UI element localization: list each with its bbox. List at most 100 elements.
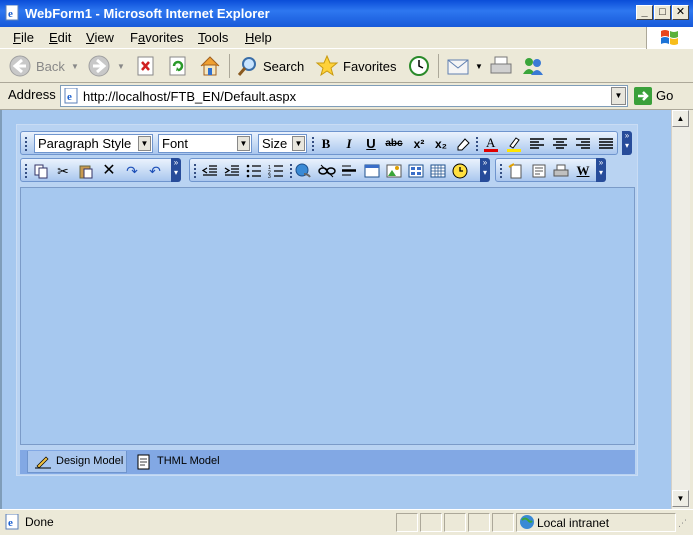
refresh-icon[interactable] — [168, 56, 188, 79]
font-color-icon[interactable]: A — [481, 134, 501, 154]
toolbar-overflow-icon[interactable]: » ▾ — [171, 158, 181, 182]
format-toolbar: Paragraph Style ▼ Font ▼ Size ▼ B I U ab… — [20, 131, 632, 155]
edit-toolbar: ✂ ✕ ↷ ↶ » ▾ — [20, 158, 181, 182]
mail-icon[interactable] — [446, 55, 472, 80]
menu-help[interactable]: Help — [245, 30, 272, 45]
bold-icon[interactable]: B — [316, 134, 336, 154]
insert-image-icon[interactable] — [384, 161, 404, 181]
toolbar-grip[interactable] — [476, 137, 479, 151]
home-icon[interactable] — [198, 54, 222, 81]
undo-icon[interactable]: ↶ — [145, 161, 165, 181]
editor-design-area[interactable] — [20, 187, 635, 445]
numbered-list-icon[interactable]: 123 — [266, 161, 286, 181]
toolbar-grip[interactable] — [194, 164, 197, 178]
eraser-icon[interactable] — [453, 134, 473, 154]
go-button[interactable]: Go — [656, 88, 673, 103]
minimize-button[interactable]: _ — [636, 5, 653, 20]
menu-edit[interactable]: Edit — [49, 30, 71, 45]
delete-icon[interactable]: ✕ — [99, 161, 119, 181]
forward-arrow-icon[interactable] — [87, 54, 111, 81]
insert-date-icon[interactable] — [428, 161, 448, 181]
save-icon[interactable] — [529, 161, 549, 181]
highlight-icon[interactable] — [504, 134, 524, 154]
design-mode-icon — [34, 454, 52, 473]
scroll-down-icon[interactable]: ▼ — [672, 490, 689, 507]
search-label[interactable]: Search — [263, 59, 304, 74]
close-button[interactable]: ✕ — [672, 5, 689, 20]
toolbar-grip[interactable] — [25, 137, 28, 151]
favorites-label[interactable]: Favorites — [343, 59, 396, 74]
forward-dropdown-icon[interactable]: ▼ — [117, 62, 125, 71]
toolbar-overflow-icon[interactable]: » ▾ — [480, 158, 490, 182]
back-arrow-icon[interactable] — [8, 54, 32, 81]
align-center-icon[interactable] — [550, 134, 570, 154]
status-bar: e Done Local intranet ⋰ — [0, 509, 693, 535]
print-icon[interactable] — [489, 55, 513, 80]
back-dropdown-icon[interactable]: ▼ — [71, 62, 79, 71]
outdent-icon[interactable] — [200, 161, 220, 181]
word-clean-icon[interactable]: W — [573, 161, 593, 181]
stop-icon[interactable] — [136, 56, 156, 79]
history-icon[interactable] — [407, 54, 431, 81]
menu-tools[interactable]: Tools — [198, 30, 228, 45]
insert-toolbar: 123 » ▾ — [189, 158, 490, 182]
scroll-up-icon[interactable]: ▲ — [672, 110, 689, 127]
address-bar: Address e http://localhost/FTB_EN/Defaul… — [0, 83, 693, 110]
insert-form-icon[interactable] — [406, 161, 426, 181]
address-label: Address — [8, 87, 56, 102]
paste-icon[interactable] — [76, 161, 96, 181]
messenger-icon[interactable] — [520, 54, 546, 81]
subscript-icon[interactable]: x₂ — [431, 134, 451, 154]
indent-icon[interactable] — [222, 161, 242, 181]
menu-view[interactable]: View — [86, 30, 114, 45]
cut-icon[interactable]: ✂ — [53, 161, 73, 181]
resize-grip-icon[interactable]: ⋰ — [678, 518, 687, 529]
back-label[interactable]: Back — [36, 59, 65, 74]
vertical-scrollbar[interactable]: ▲ ▼ — [671, 110, 690, 509]
intranet-globe-icon — [519, 514, 535, 533]
superscript-icon[interactable]: x² — [409, 134, 429, 154]
underline-icon[interactable]: U — [361, 134, 381, 154]
svg-text:3: 3 — [268, 174, 271, 178]
tab-design-model[interactable]: Design Model — [27, 451, 127, 473]
insert-link-icon[interactable] — [294, 161, 314, 181]
toolbar-grip[interactable] — [25, 164, 28, 178]
copy-icon[interactable] — [31, 161, 51, 181]
insert-table-icon[interactable] — [362, 161, 382, 181]
redo-icon[interactable]: ↷ — [122, 161, 142, 181]
paragraph-style-select[interactable]: Paragraph Style ▼ — [34, 134, 153, 153]
size-select[interactable]: Size ▼ — [258, 134, 307, 153]
toolbar-overflow-icon[interactable]: » ▾ — [622, 131, 632, 155]
bulleted-list-icon[interactable] — [244, 161, 264, 181]
toolbar-grip[interactable] — [500, 164, 503, 178]
insert-time-icon[interactable] — [450, 161, 470, 181]
svg-text:A: A — [486, 135, 496, 150]
status-zone-text: Local intranet — [537, 516, 610, 530]
horizontal-rule-icon[interactable] — [339, 161, 359, 181]
new-document-icon[interactable] — [506, 161, 526, 181]
font-select[interactable]: Font ▼ — [158, 134, 252, 153]
print-icon[interactable] — [551, 161, 571, 181]
favorites-star-icon[interactable] — [315, 54, 339, 81]
tab-html-model[interactable]: THML Model — [131, 451, 226, 473]
toolbar-grip[interactable] — [312, 137, 315, 151]
window-title-bar[interactable]: e WebForm1 - Microsoft Internet Explorer… — [0, 0, 693, 27]
search-icon[interactable] — [236, 54, 260, 81]
menu-favorites[interactable]: Favorites — [130, 30, 183, 45]
mail-dropdown-icon[interactable]: ▼ — [475, 62, 483, 71]
maximize-button[interactable]: □ — [654, 5, 671, 20]
justify-icon[interactable] — [596, 134, 616, 154]
status-pane — [444, 513, 466, 532]
toolbar-grip[interactable] — [290, 164, 293, 178]
address-dropdown-icon[interactable]: ▼ — [611, 87, 626, 105]
address-input[interactable]: e http://localhost/FTB_EN/Default.aspx ▼ — [60, 85, 628, 107]
strikethrough-icon[interactable]: abc — [384, 134, 404, 154]
go-arrow-icon[interactable] — [634, 87, 652, 108]
toolbar-overflow-icon[interactable]: » ▾ — [596, 158, 606, 182]
chevron-down-icon: ▼ — [292, 136, 305, 151]
remove-link-icon[interactable] — [317, 161, 337, 181]
menu-file[interactable]: File — [13, 30, 34, 45]
italic-icon[interactable]: I — [339, 134, 359, 154]
align-left-icon[interactable] — [527, 134, 547, 154]
align-right-icon[interactable] — [573, 134, 593, 154]
